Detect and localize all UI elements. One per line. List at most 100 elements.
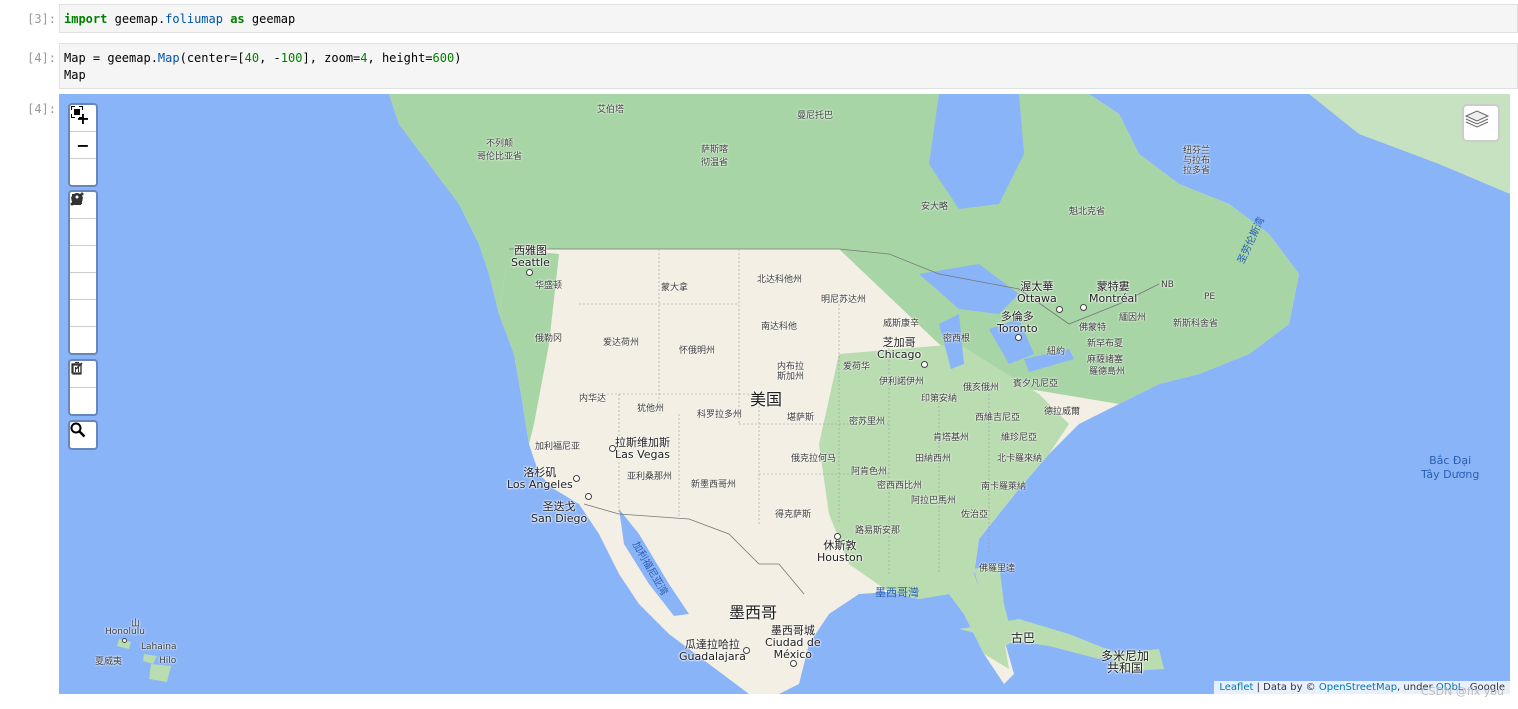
label-wv: 西維吉尼亞	[975, 413, 1021, 423]
city-dot	[573, 475, 580, 482]
leaflet-link[interactable]: Leaflet	[1219, 682, 1253, 693]
osm-link[interactable]: OpenStreetMap	[1319, 682, 1397, 693]
label-california: 加利福尼亚	[535, 442, 581, 452]
draw-toolbar	[68, 190, 98, 355]
label-idaho: 爱达荷州	[603, 338, 640, 348]
label-wisconsin: 威斯康辛	[883, 319, 920, 329]
label-indiana: 印第安納	[921, 394, 958, 404]
label-tennessee: 田納西州	[915, 454, 952, 464]
label-washington: 华盛顿	[535, 281, 563, 291]
label-arkansas: 阿肯色州	[851, 467, 888, 477]
city-dot	[834, 533, 841, 540]
city-seattle: 西雅图 Seattle	[511, 244, 550, 269]
edit-toolbar	[68, 359, 98, 416]
layers-control-button[interactable]	[1462, 104, 1500, 142]
label-oklahoma: 俄克拉何马	[791, 454, 837, 464]
label-nc: 北卡羅來納	[997, 454, 1043, 464]
label-ns: 新斯科舍省	[1173, 319, 1219, 329]
alias: geemap	[251, 12, 296, 26]
city-montreal: 蒙特婁 Montréal	[1089, 280, 1138, 305]
module: geemap.	[114, 12, 166, 26]
code-cell-map[interactable]: Map = geemap.Map(center=[40, -100], zoom…	[59, 43, 1518, 89]
label-ri: 羅德島州	[1089, 367, 1126, 377]
label-illinois: 伊利諾伊州	[879, 377, 925, 387]
output-prompt: [4]:	[27, 102, 56, 116]
label-nebraska: 内布拉 斯加州	[777, 362, 805, 382]
label-alberta: 艾伯塔	[597, 105, 625, 115]
label-michigan: 密西根	[943, 334, 971, 344]
label-atlantic: Bắc Đại Tây Dương	[1421, 454, 1480, 481]
map-view[interactable]: 艾伯塔 不列颠 哥伦比亚省 萨斯喀 彻温省 曼尼托巴 安大略 魁北克省 纽芬兰 …	[59, 94, 1510, 694]
label-utah: 犹他州	[637, 404, 665, 414]
label-iowa: 爱荷华	[843, 362, 871, 372]
city-houston: 休斯敦 Houston	[817, 539, 863, 564]
label-montana: 蒙大拿	[661, 283, 689, 293]
code-text: ], zoom=	[302, 51, 361, 65]
layers-icon	[1464, 110, 1490, 128]
trash-icon[interactable]	[70, 361, 96, 414]
label-bc: 不列颠 哥伦比亚省	[477, 139, 523, 162]
label-kentucky: 肯塔基州	[933, 433, 970, 443]
label-pa: 賓夕凡尼亞	[1013, 379, 1059, 389]
code-text: )	[454, 51, 462, 65]
city-dot	[1015, 334, 1022, 341]
label-hawaii: 夏威夷	[95, 657, 123, 667]
city-dot	[1056, 306, 1063, 313]
city-mexico-city: 墨西哥城 Ciudad de México	[765, 624, 821, 661]
search-icon[interactable]	[70, 422, 96, 448]
code-text: , -	[259, 51, 281, 65]
code-cell-import[interactable]: import geemap.foliumap as geemap	[59, 4, 1518, 33]
draw-circlemarker-icon[interactable]	[70, 193, 96, 353]
label-mississippi: 密西西比州	[877, 481, 923, 491]
draw-circle-icon[interactable]	[70, 194, 96, 300]
map-tiles	[117, 94, 1510, 694]
label-colorado: 科罗拉多州	[697, 410, 743, 420]
label-maine: 緬因州	[1119, 313, 1147, 323]
keyword: import	[64, 12, 108, 26]
label-cuba: 古巴	[1011, 631, 1036, 645]
label-ontario: 安大略	[921, 202, 949, 212]
label-arizona: 亚利桑那州	[627, 472, 673, 482]
label-oregon: 俄勒冈	[535, 334, 563, 344]
search-control	[68, 420, 98, 450]
label-gulf-of-mexico: 墨西哥灣	[875, 586, 919, 599]
label-lahaina: Lahaina	[141, 642, 177, 652]
label-kansas: 堪萨斯	[787, 413, 815, 423]
attribution-text: | Data by ©	[1253, 682, 1319, 693]
city-dot	[921, 361, 928, 368]
draw-polygon-icon[interactable]	[70, 193, 96, 246]
city-dot	[790, 660, 797, 667]
cell-prompt: [3]:	[27, 12, 56, 26]
city-dot	[122, 638, 127, 643]
label-north-dakota: 北达科他州	[757, 275, 803, 285]
code-text: (center=[	[179, 51, 245, 65]
label-nh: 新罕布夏	[1087, 339, 1124, 349]
city-toronto: 多倫多 Toronto	[997, 310, 1038, 335]
cell-prompt: [4]:	[27, 51, 56, 65]
code-num: 600	[432, 51, 455, 65]
label-louisiana: 路易斯安那	[855, 526, 901, 536]
label-minnesota: 明尼苏达州	[821, 295, 867, 305]
label-sc: 南卡羅萊納	[981, 482, 1027, 492]
label-south-dakota: 南达科他	[761, 322, 798, 332]
module: foliumap	[165, 12, 223, 26]
label-missouri: 密苏里州	[849, 417, 886, 427]
city-dot	[585, 493, 592, 500]
code-num: 100	[280, 51, 303, 65]
draw-marker-icon[interactable]	[70, 193, 96, 327]
label-nj: 德拉威爾	[1044, 407, 1081, 417]
draw-rectangle-icon[interactable]	[70, 194, 96, 273]
fullscreen-icon[interactable]	[70, 106, 96, 185]
label-ny: 紐約	[1047, 347, 1066, 357]
city-dot	[743, 647, 750, 654]
city-chicago: 芝加哥 Chicago	[877, 336, 922, 361]
zoom-out-button[interactable]: −	[70, 132, 96, 159]
label-newfoundland: 纽芬兰 与拉布 拉多省	[1183, 146, 1211, 176]
city-ottawa: 渥太華 Ottawa	[1017, 280, 1057, 305]
city-dot	[526, 269, 533, 276]
label-florida: 佛羅里達	[979, 564, 1016, 574]
code-fn: Map	[157, 51, 180, 65]
city-san-diego: 圣迭戈 San Diego	[531, 500, 588, 525]
label-wyoming: 怀俄明州	[679, 346, 716, 356]
label-hilo: Hilo	[159, 656, 177, 666]
